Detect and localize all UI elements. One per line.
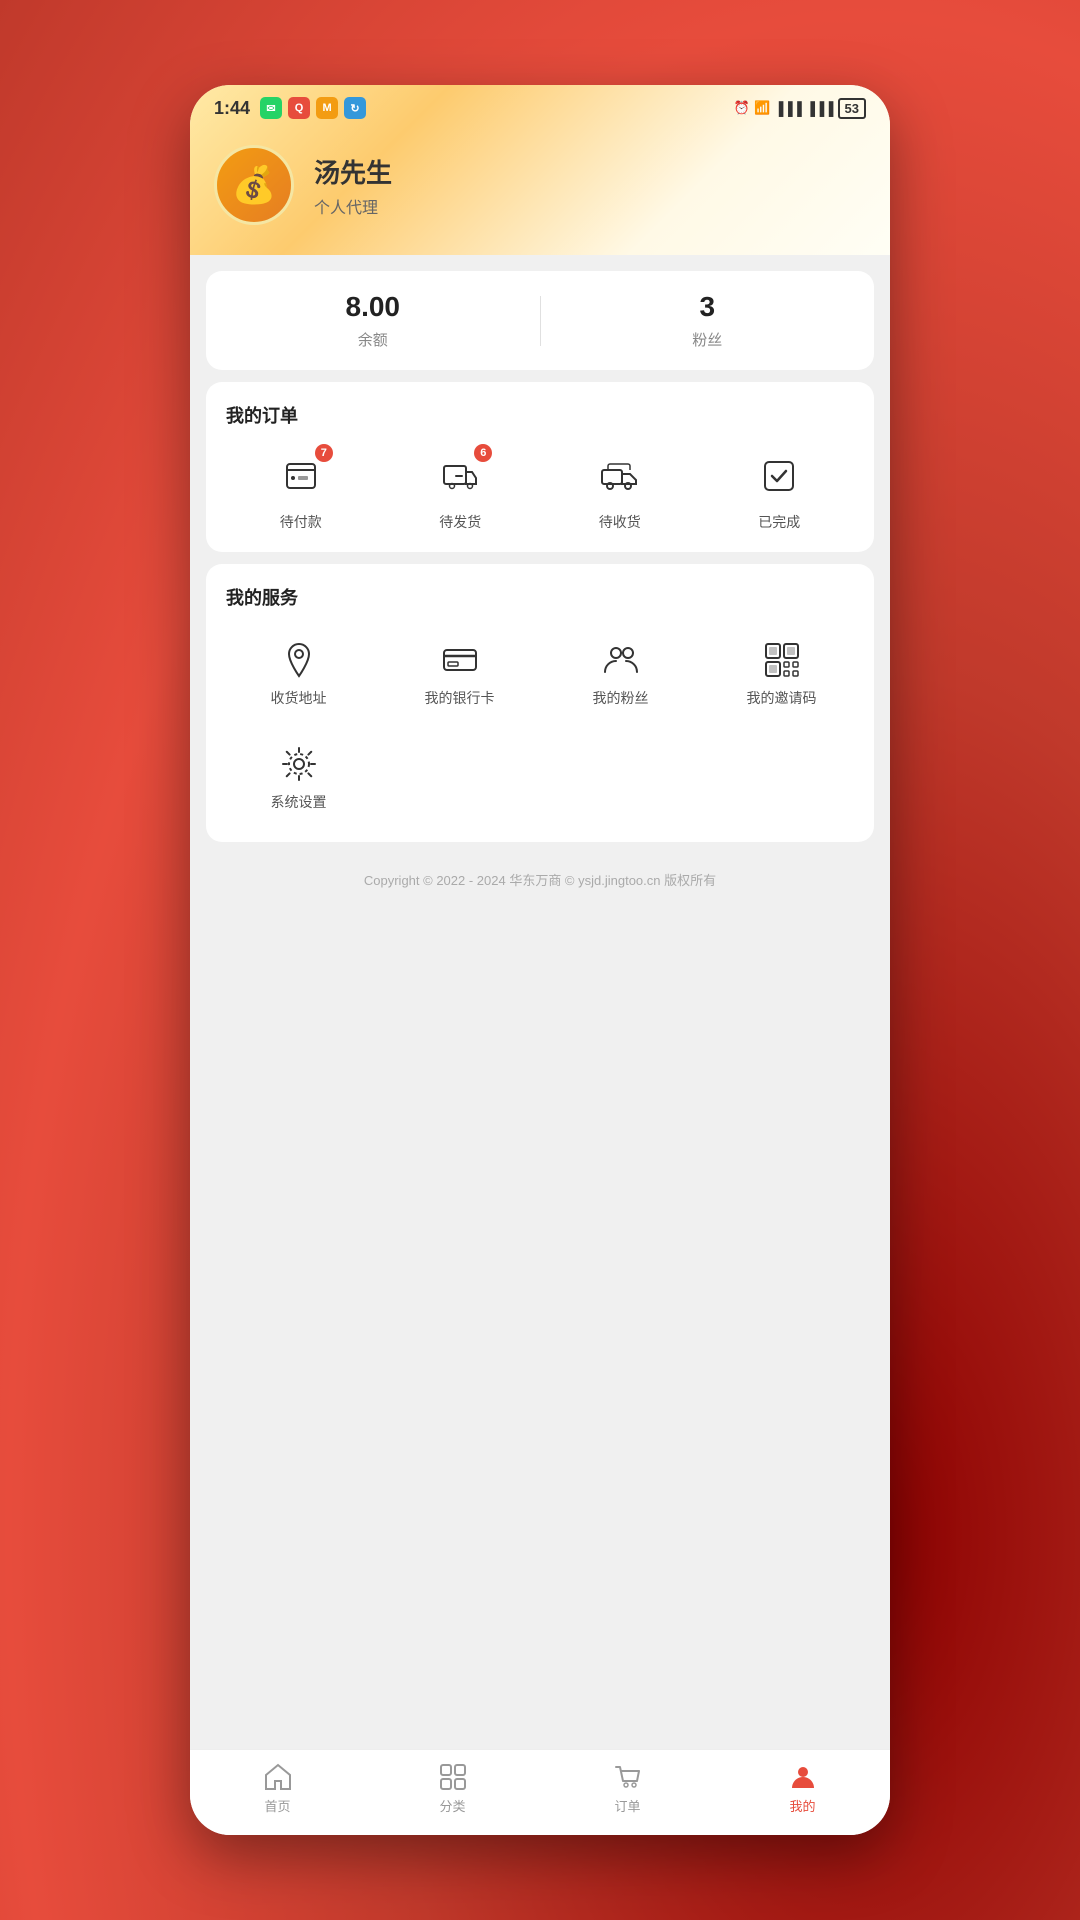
- address-icon: [279, 640, 319, 680]
- fans-label: 粉丝: [692, 329, 722, 350]
- pending-payment-badge: 7: [315, 444, 333, 462]
- settings-icon: [279, 744, 319, 784]
- balance-item[interactable]: 8.00 余额: [206, 291, 540, 350]
- pending-receive-icon-wrapper: [592, 448, 648, 504]
- meituan-icon: M: [316, 97, 338, 119]
- balance-label: 余额: [358, 329, 388, 350]
- unknown-app-icon: ↻: [344, 97, 366, 119]
- completed-icon-wrapper: [751, 448, 807, 504]
- completed-icon: [759, 456, 799, 496]
- avatar[interactable]: 💰: [214, 145, 294, 225]
- order-completed[interactable]: 已完成: [705, 448, 855, 532]
- status-bar: 1:44 ✉ Q M ↻ ⏰ 📶 ▐▐▐ ▐▐▐ 53: [190, 85, 890, 127]
- signal1-icon: ▐▐▐: [774, 101, 802, 116]
- user-name: 汤先生: [314, 153, 392, 190]
- invite-label: 我的邀请码: [747, 688, 817, 708]
- orders-section: 我的订单 7 待付款: [206, 382, 874, 552]
- nav-home-label: 首页: [264, 1796, 290, 1815]
- nav-mine[interactable]: 我的: [715, 1762, 890, 1815]
- services-section: 我的服务 收货地址 我的银行卡: [206, 564, 874, 842]
- alarm-icon: ⏰: [734, 100, 750, 116]
- pending-ship-badge: 6: [474, 444, 492, 462]
- pending-ship-icon-wrapper: 6: [432, 448, 488, 504]
- fans-value: 3: [699, 291, 715, 323]
- pending-receive-label: 待收货: [599, 512, 641, 532]
- user-info: 汤先生 个人代理: [314, 153, 392, 218]
- status-right-icons: ⏰ 📶 ▐▐▐ ▐▐▐ 53: [734, 98, 866, 119]
- order-pending-ship[interactable]: 6 待发货: [386, 448, 536, 532]
- order-pending-payment[interactable]: 7 待付款: [226, 448, 376, 532]
- services-grid: 收货地址 我的银行卡: [226, 630, 854, 822]
- user-role: 个人代理: [314, 194, 392, 218]
- copyright: Copyright © 2022 - 2024 华东万商 © ysjd.jing…: [206, 854, 874, 897]
- bankcard-label: 我的银行卡: [425, 688, 495, 708]
- cart-icon: [613, 1762, 643, 1792]
- nav-orders[interactable]: 订单: [540, 1762, 715, 1815]
- main-content: 8.00 余额 3 粉丝 我的订单: [190, 255, 890, 1749]
- qq-icon: Q: [288, 97, 310, 119]
- service-invite[interactable]: 我的邀请码: [709, 630, 854, 718]
- invite-icon: [762, 640, 802, 680]
- pending-payment-icon: [281, 456, 321, 496]
- nav-category[interactable]: 分类: [365, 1762, 540, 1815]
- order-pending-receive[interactable]: 待收货: [545, 448, 695, 532]
- address-label: 收货地址: [271, 688, 327, 708]
- bankcard-icon: [440, 640, 480, 680]
- home-icon: [263, 1762, 293, 1792]
- app-icons: ✉ Q M ↻: [260, 97, 366, 119]
- phone-container: 1:44 ✉ Q M ↻ ⏰ 📶 ▐▐▐ ▐▐▐ 53 💰 汤先生 个人代理: [190, 85, 890, 1835]
- service-address[interactable]: 收货地址: [226, 630, 371, 718]
- nav-mine-label: 我的: [789, 1796, 815, 1815]
- orders-title: 我的订单: [226, 402, 854, 428]
- signal2-icon: ▐▐▐: [806, 101, 834, 116]
- nav-category-label: 分类: [439, 1796, 465, 1815]
- pending-ship-label: 待发货: [439, 512, 481, 532]
- orders-grid: 7 待付款 6: [226, 448, 854, 532]
- profile-icon: [788, 1762, 818, 1792]
- battery-indicator: 53: [838, 98, 866, 119]
- bottom-nav: 首页 分类 订单 我的: [190, 1749, 890, 1835]
- balance-value: 8.00: [346, 291, 401, 323]
- status-time: 1:44: [214, 98, 250, 119]
- category-icon: [438, 1762, 468, 1792]
- nav-orders-label: 订单: [614, 1796, 640, 1815]
- service-settings[interactable]: 系统设置: [226, 734, 371, 822]
- service-fans[interactable]: 我的粉丝: [548, 630, 693, 718]
- fans-service-label: 我的粉丝: [593, 688, 649, 708]
- service-bankcard[interactable]: 我的银行卡: [387, 630, 532, 718]
- wifi-icon: 📶: [754, 100, 770, 116]
- settings-label: 系统设置: [271, 792, 327, 812]
- pending-ship-icon: [440, 456, 480, 496]
- wechat-icon: ✉: [260, 97, 282, 119]
- balance-card: 8.00 余额 3 粉丝: [206, 271, 874, 370]
- pending-payment-icon-wrapper: 7: [273, 448, 329, 504]
- fans-icon: [601, 640, 641, 680]
- nav-home[interactable]: 首页: [190, 1762, 365, 1815]
- services-title: 我的服务: [226, 584, 854, 610]
- pending-payment-label: 待付款: [280, 512, 322, 532]
- completed-label: 已完成: [758, 512, 800, 532]
- pending-receive-icon: [600, 456, 640, 496]
- avatar-icon: 💰: [232, 164, 277, 206]
- fans-item[interactable]: 3 粉丝: [541, 291, 875, 350]
